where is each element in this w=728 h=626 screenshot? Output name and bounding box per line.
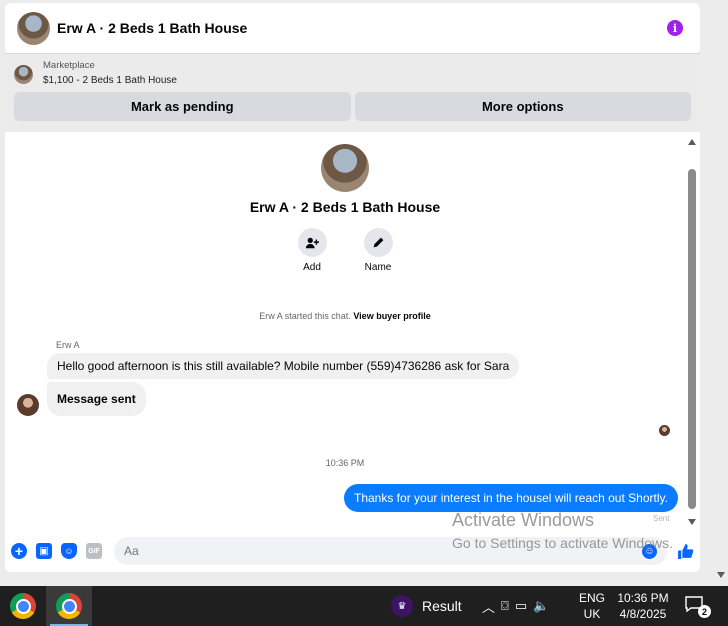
thumbs-up-icon[interactable] — [676, 542, 694, 560]
language-code: ENG — [578, 591, 605, 605]
incoming-message[interactable]: Hello good afternoon is this still avail… — [47, 353, 520, 379]
language-indicator[interactable]: ENG UK — [576, 590, 608, 622]
scroll-down-icon[interactable] — [688, 519, 696, 525]
chrome-taskbar-icon[interactable] — [0, 586, 46, 626]
intro-title: Erw A · 2 Beds 1 Bath House — [249, 199, 441, 215]
clock-time: 10:36 PM — [617, 591, 669, 605]
timestamp-separator: 10:36 PM — [325, 458, 365, 468]
marketplace-label: Marketplace — [43, 60, 95, 71]
sticker-icon[interactable]: ☺ — [61, 543, 77, 559]
keyboard-layout: UK — [583, 607, 601, 621]
chevron-up-icon[interactable]: ︿ — [482, 597, 495, 616]
system-text: Erw A started this chat. — [259, 311, 351, 321]
listing-avatar[interactable] — [17, 11, 50, 45]
message-input-wrapper: ☺ — [114, 537, 667, 565]
marketplace-panel: Marketplace $1,100 - 2 Beds 1 Bath House… — [5, 55, 700, 131]
more-options-button[interactable]: More options — [354, 92, 691, 121]
chat-header: Erw A · 2 Beds 1 Bath House i — [5, 3, 700, 54]
name-label: Name — [364, 262, 392, 273]
incoming-message[interactable]: Message sent — [47, 382, 146, 416]
photo-icon[interactable]: ▣ — [36, 543, 52, 559]
plus-icon[interactable]: + — [11, 543, 27, 559]
chat-intro: Erw A · 2 Beds 1 Bath House Add Name — [5, 144, 685, 273]
camera-icon[interactable]: ⌼ — [501, 598, 509, 614]
view-buyer-profile-link[interactable]: View buyer profile — [353, 311, 430, 321]
add-action[interactable]: Add — [292, 228, 332, 273]
notifications-icon[interactable]: 2 — [685, 596, 711, 618]
system-message: Erw A started this chat. View buyer prof… — [5, 311, 685, 321]
message-input[interactable] — [124, 544, 642, 558]
network-icon[interactable]: ▭ — [515, 598, 527, 614]
seen-indicator-avatar — [659, 425, 670, 436]
chrome-icon — [10, 593, 36, 619]
sender-name: Erw A — [56, 340, 80, 350]
add-person-icon[interactable] — [297, 228, 327, 257]
result-label: Result — [422, 598, 462, 614]
message-thread: Erw A · 2 Beds 1 Bath House Add Name Erw… — [5, 132, 700, 572]
marketplace-listing-thumbnail[interactable] — [14, 65, 33, 84]
info-icon[interactable]: i — [667, 20, 683, 36]
windows-taskbar: ♛ Result ︿ ⌼ ▭ 🔈 ENG UK 10:36 PM 4/8/202… — [0, 586, 728, 626]
chrome-icon — [56, 593, 82, 619]
premier-league-icon: ♛ — [391, 595, 413, 617]
clock[interactable]: 10:36 PM 4/8/2025 — [614, 590, 672, 622]
emoji-icon[interactable]: ☺ — [642, 543, 657, 559]
page-scroll-down-icon[interactable] — [717, 572, 725, 578]
outgoing-message[interactable]: Thanks for your interest in the housel w… — [344, 484, 678, 512]
listing-summary[interactable]: $1,100 - 2 Beds 1 Bath House — [43, 75, 177, 86]
scroll-up-icon[interactable] — [688, 139, 696, 145]
chat-header-card: Erw A · 2 Beds 1 Bath House i — [5, 3, 700, 54]
chat-title[interactable]: Erw A · 2 Beds 1 Bath House — [57, 20, 667, 36]
volume-icon[interactable]: 🔈 — [533, 598, 549, 614]
sender-avatar[interactable] — [17, 394, 39, 416]
add-label: Add — [303, 262, 321, 273]
composer-bar: + ▣ ☺ GIF ☺ — [5, 534, 700, 568]
gif-icon[interactable]: GIF — [86, 543, 102, 559]
sent-status: Sent — [653, 514, 670, 523]
result-widget[interactable]: ♛ Result — [391, 586, 462, 626]
chrome-profile-taskbar-icon[interactable] — [46, 586, 92, 626]
system-tray: ︿ ⌼ ▭ 🔈 — [482, 586, 549, 626]
intro-avatar — [321, 144, 369, 192]
clock-date: 4/8/2025 — [619, 607, 667, 621]
notification-count: 2 — [698, 605, 711, 618]
pencil-icon[interactable] — [363, 228, 393, 257]
scroll-thumb[interactable] — [688, 169, 696, 509]
name-action[interactable]: Name — [358, 228, 398, 273]
thread-scrollbar[interactable] — [687, 135, 697, 525]
mark-as-pending-button[interactable]: Mark as pending — [14, 92, 351, 121]
